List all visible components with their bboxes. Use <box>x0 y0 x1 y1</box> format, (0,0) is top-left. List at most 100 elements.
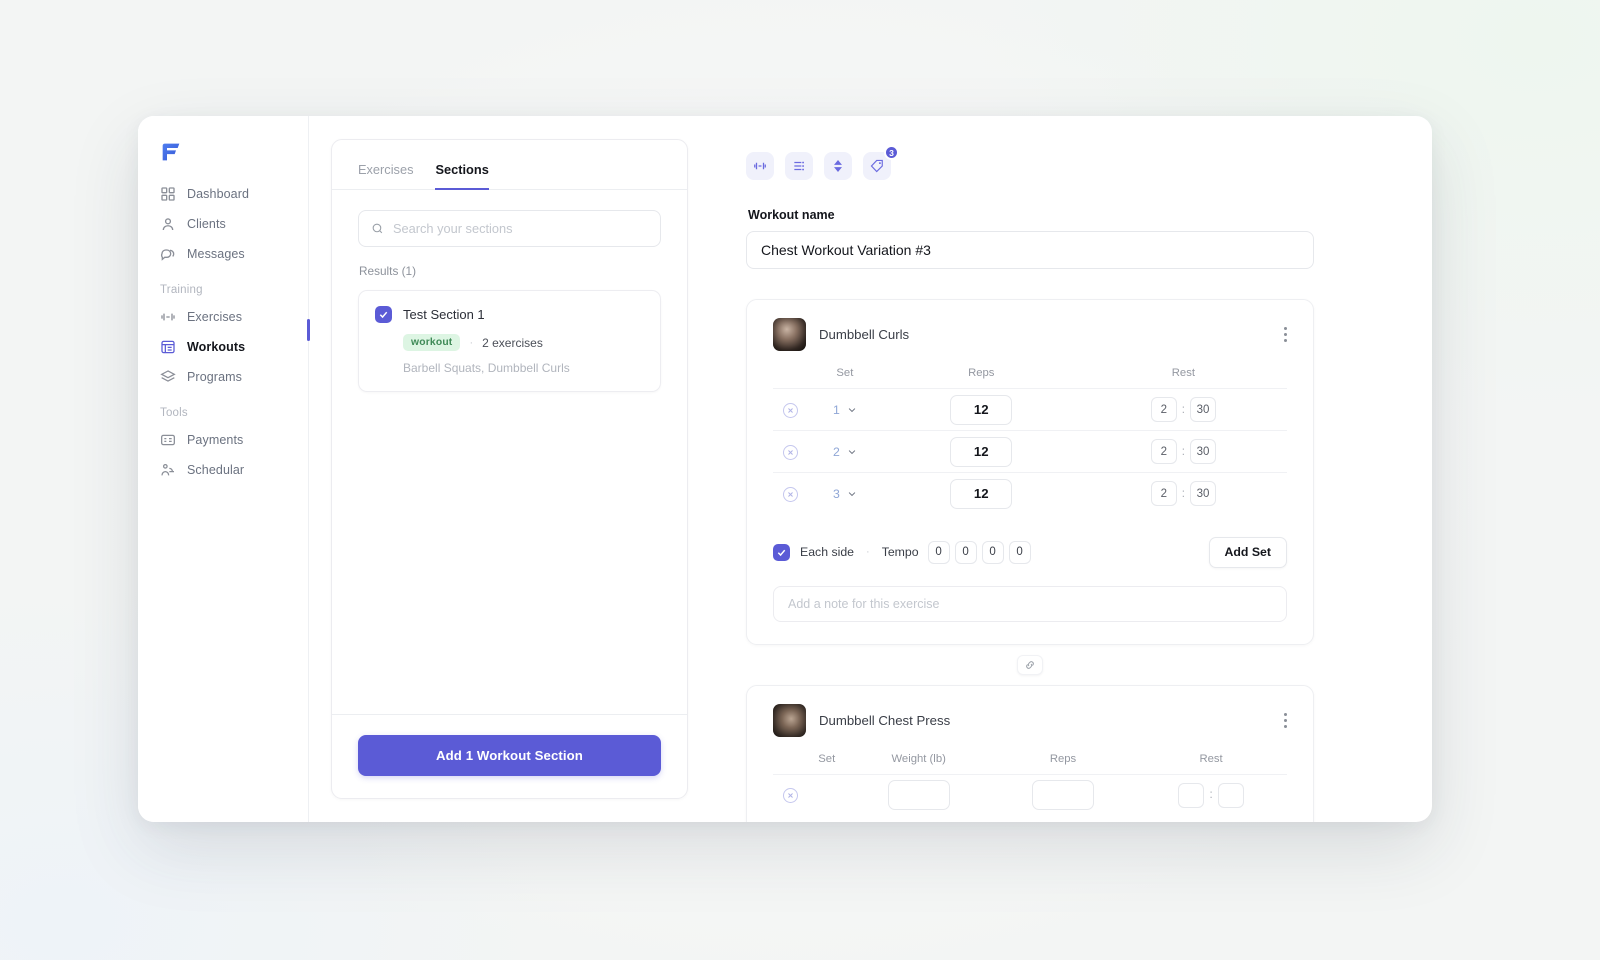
reps-input[interactable] <box>950 436 1013 467</box>
delete-set-button[interactable] <box>782 444 798 460</box>
rest-minutes-input[interactable] <box>1178 782 1205 808</box>
superset-link-row <box>746 654 1314 675</box>
sidebar-item-workouts[interactable]: Workouts <box>152 333 294 361</box>
section-select-checkbox[interactable] <box>375 306 392 323</box>
set-number-dropdown[interactable]: 1 <box>833 403 857 417</box>
logo[interactable] <box>138 134 308 180</box>
rest-seconds-input[interactable] <box>1189 439 1216 464</box>
column-header-weight: Weight (lb) <box>891 752 946 765</box>
chat-icon <box>161 249 175 261</box>
search-sections-box[interactable] <box>358 210 661 247</box>
tab-sections[interactable]: Sections <box>435 162 489 190</box>
set-number: 3 <box>832 486 840 501</box>
exercise-card-header: Dumbbell Chest Press <box>773 703 1287 737</box>
toolbar-tags-button[interactable]: 3 <box>863 145 899 180</box>
sidebar: Dashboard Clients Messages Training Exer… <box>138 116 310 822</box>
add-workout-section-button[interactable]: Add 1 Workout Section <box>358 735 661 776</box>
sidebar-main-nav: Dashboard Clients Messages Training Exer… <box>138 180 308 484</box>
sets-table-header: Set Weight (lb) Reps Rest <box>773 753 1287 775</box>
exercise-menu-button[interactable] <box>1275 323 1295 347</box>
column-header-reps: Reps <box>1049 752 1077 765</box>
link-exercises-button[interactable] <box>1017 654 1043 675</box>
close-icon <box>787 449 793 455</box>
sections-panel: Exercises Sections Results (1) <box>331 139 688 799</box>
delete-set-button[interactable] <box>782 788 798 804</box>
set-number-dropdown[interactable]: 3 <box>833 487 857 501</box>
reps-input[interactable] <box>1032 780 1095 811</box>
close-icon <box>787 491 793 497</box>
sidebar-item-clients[interactable]: Clients <box>152 210 294 238</box>
add-set-button[interactable]: Add Set <box>1208 536 1287 568</box>
schedule-icon <box>161 463 174 476</box>
section-card-header: Test Section 1 <box>375 306 644 323</box>
sidebar-item-programs[interactable]: Programs <box>152 363 294 391</box>
grid-icon <box>161 187 175 201</box>
toolbar-sections-button[interactable] <box>785 152 813 180</box>
toolbar-exercises-button[interactable] <box>746 152 774 180</box>
each-side-label: Each side <box>800 545 855 559</box>
tempo-input-4[interactable] <box>1008 540 1031 564</box>
reps-input[interactable] <box>950 394 1013 425</box>
exercise-name: Dumbbell Chest Press <box>819 712 951 728</box>
delete-set-button[interactable] <box>782 402 798 418</box>
tempo-input-2[interactable] <box>954 540 977 564</box>
set-number: 1 <box>832 402 840 417</box>
sets-table-header: Set Reps Rest <box>773 367 1287 389</box>
exercise-name: Dumbbell Curls <box>819 327 910 342</box>
workout-name-input[interactable] <box>746 231 1314 269</box>
rest-seconds-input[interactable] <box>1217 782 1244 808</box>
tempo-input-1[interactable] <box>927 540 950 564</box>
rest-seconds-input[interactable] <box>1189 481 1216 507</box>
reps-input[interactable] <box>950 478 1013 509</box>
sidebar-item-payments[interactable]: Payments <box>152 426 294 454</box>
set-number-dropdown[interactable]: 2 <box>833 445 857 459</box>
exercise-options-row: Each side · Tempo Add Set <box>773 536 1287 568</box>
sidebar-item-schedular[interactable]: Schedular <box>152 456 294 484</box>
dumbbell-icon <box>754 162 766 170</box>
panel-tabs: Exercises Sections <box>332 140 687 190</box>
sections-column: Exercises Sections Results (1) <box>309 116 710 822</box>
rest-minutes-input[interactable] <box>1150 439 1177 464</box>
sort-updown-icon <box>834 160 842 172</box>
tempo-input-3[interactable] <box>981 540 1004 564</box>
exercise-photo-thumbnail <box>773 703 806 737</box>
column-header-rest: Rest <box>1199 752 1223 765</box>
exercise-menu-button[interactable] <box>1275 708 1295 732</box>
each-side-checkbox[interactable] <box>773 543 790 561</box>
delete-set-button[interactable] <box>782 486 798 502</box>
rest-colon: : <box>1181 445 1185 458</box>
section-card-title: Test Section 1 <box>403 307 485 322</box>
rest-seconds-input[interactable] <box>1189 397 1216 422</box>
rest-minutes-input[interactable] <box>1150 481 1177 507</box>
section-card-meta: workout · 2 exercises <box>403 334 644 351</box>
sidebar-item-exercises[interactable]: Exercises <box>152 303 294 331</box>
rest-minutes-input[interactable] <box>1150 397 1177 422</box>
sidebar-item-label: Schedular <box>187 463 245 477</box>
sidebar-group-label-training: Training <box>160 284 203 296</box>
status-badge: workout <box>403 334 461 351</box>
weight-input[interactable] <box>887 780 950 811</box>
column-header-spacer <box>773 367 807 389</box>
check-icon <box>777 549 786 556</box>
app-window: Dashboard Clients Messages Training Exer… <box>138 116 1432 822</box>
chevron-down-icon <box>848 407 856 412</box>
dumbbell-icon <box>161 313 175 321</box>
meta-dot-separator: · <box>469 336 474 349</box>
layers-icon <box>160 370 176 382</box>
chevron-down-icon <box>848 491 856 496</box>
link-icon <box>1026 660 1034 669</box>
sidebar-item-label: Clients <box>187 217 226 231</box>
sidebar-item-dashboard[interactable]: Dashboard <box>152 180 294 208</box>
sidebar-item-label: Workouts <box>187 340 246 354</box>
toolbar-reorder-button[interactable] <box>824 152 852 180</box>
section-result-card[interactable]: Test Section 1 workout · 2 exercises Bar… <box>358 290 661 392</box>
search-sections-input[interactable] <box>393 221 648 236</box>
editor-toolbar: 3 <box>746 145 1380 180</box>
tab-exercises[interactable]: Exercises <box>358 162 413 190</box>
column-header-rest: Rest <box>1171 367 1195 379</box>
rest-group: : <box>1150 439 1216 464</box>
table-row: 2 : <box>773 430 1287 473</box>
check-icon <box>379 311 388 319</box>
exercise-note-input[interactable] <box>773 585 1287 622</box>
sidebar-item-messages[interactable]: Messages <box>152 240 294 268</box>
